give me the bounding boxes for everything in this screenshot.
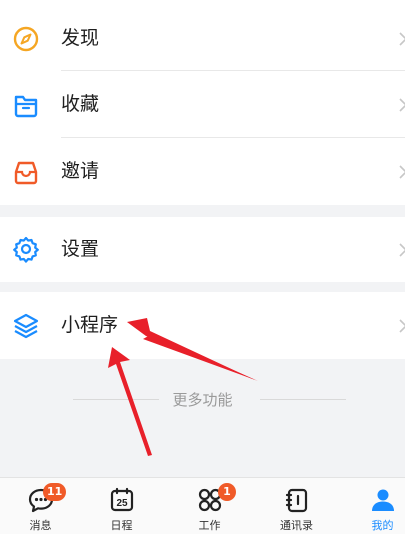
menu-label-discover: 发现 (61, 27, 100, 49)
chevron-right-icon (399, 319, 405, 333)
tab-label-calendar: 日程 (110, 519, 133, 532)
tab-label-contacts: 通讯录 (280, 519, 313, 532)
folder-icon (14, 95, 38, 118)
layers-icon (13, 313, 39, 339)
tab-me[interactable]: 我的 (342, 478, 405, 534)
calendar-icon: 25 (110, 487, 134, 512)
work-badge: 1 (218, 483, 236, 501)
divider-line-right (260, 399, 346, 400)
menu-item-settings[interactable]: 设置 (0, 217, 405, 282)
menu-item-discover[interactable]: 发现 (0, 5, 405, 72)
bottom-tab-bar: 11 消息 25 日程 1 工作 通讯录 我的 (0, 477, 405, 534)
menu-group-settings: 设置 (0, 217, 405, 282)
menu-label-invite: 邀请 (61, 160, 100, 182)
more-functions-link[interactable]: 更多功能 (0, 390, 405, 410)
menu-label-miniprogram: 小程序 (61, 314, 119, 336)
menu-label-settings: 设置 (61, 238, 100, 260)
menu-item-favorites[interactable]: 收藏 (0, 71, 405, 138)
chevron-right-icon (399, 98, 405, 112)
menu-label-favorites: 收藏 (61, 93, 100, 115)
tab-label-work: 工作 (198, 519, 221, 532)
compass-icon (13, 26, 39, 52)
calendar-day-number: 25 (116, 498, 128, 509)
gear-icon (13, 236, 39, 263)
chevron-right-icon (399, 32, 405, 46)
menu-group-miniprogram: 小程序 (0, 292, 405, 359)
more-functions-area: 更多功能 (0, 359, 405, 477)
tab-label-me: 我的 (371, 519, 394, 532)
chevron-right-icon (399, 165, 405, 179)
menu-item-invite[interactable]: 邀请 (0, 138, 405, 205)
inbox-icon (14, 161, 38, 185)
tab-label-messages: 消息 (29, 519, 52, 532)
tab-messages[interactable]: 11 消息 (0, 478, 81, 534)
tab-calendar[interactable]: 25 日程 (81, 478, 162, 534)
chevron-right-icon (399, 243, 405, 257)
menu-item-miniprogram[interactable]: 小程序 (0, 292, 405, 359)
contacts-book-icon (285, 488, 308, 513)
tab-work[interactable]: 1 工作 (169, 478, 250, 534)
messages-badge: 11 (43, 483, 67, 501)
person-icon (372, 489, 394, 511)
tab-contacts[interactable]: 通讯录 (256, 478, 337, 534)
menu-group-main: 发现 收藏 邀请 (0, 0, 405, 205)
